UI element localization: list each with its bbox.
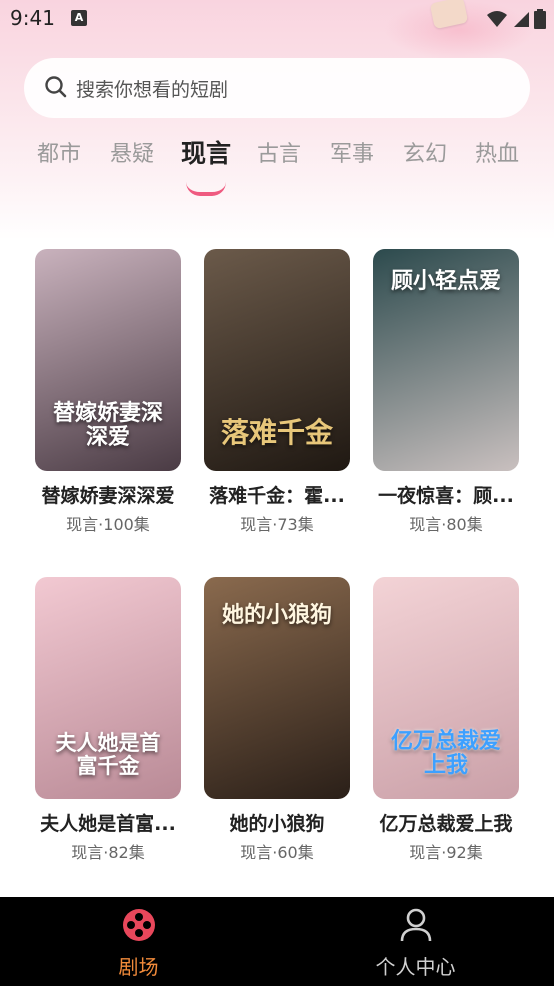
category-tabs: 都市 悬疑 现言 古言 军事 玄幻 热血 xyxy=(0,130,554,200)
drama-poster[interactable]: 夫人她是首富千金 xyxy=(35,577,181,799)
drama-title[interactable]: 夫人她是首富... xyxy=(29,809,187,836)
notification-icon: A xyxy=(71,10,87,26)
poster-title: 落难千金 xyxy=(220,416,333,450)
drama-card[interactable]: 夫人她是首富千金 夫人她是首富... 现言·82集 xyxy=(35,577,181,862)
drama-meta: 现言·82集 xyxy=(71,843,145,862)
nav-label: 剧场 xyxy=(118,955,159,979)
drama-title[interactable]: 她的小狼狗 xyxy=(198,809,356,836)
poster-title: 夫人她是首富千金 xyxy=(55,729,161,778)
film-reel-icon xyxy=(122,909,155,941)
drama-meta: 现言·60集 xyxy=(240,843,314,862)
tab-xuanhuan[interactable]: 玄幻 xyxy=(403,136,447,168)
drama-title[interactable]: 落难千金：霍... xyxy=(198,481,356,508)
drama-meta: 现言·73集 xyxy=(240,515,314,534)
tab-junshi[interactable]: 军事 xyxy=(330,136,374,168)
poster-title: 替嫁娇妻深深爱 xyxy=(52,399,163,450)
tab-xuanyi[interactable]: 悬疑 xyxy=(110,136,154,168)
status-time: 9:41 xyxy=(10,6,55,30)
user-icon xyxy=(400,908,431,942)
nav-profile[interactable]: 个人中心 xyxy=(277,897,554,986)
drama-card[interactable]: 她的小狼狗 她的小狼狗 现言·60集 xyxy=(204,577,350,862)
status-bar: 9:41 A xyxy=(0,0,554,38)
drama-poster[interactable]: 落难千金 xyxy=(204,249,350,471)
tab-dushi[interactable]: 都市 xyxy=(37,136,81,168)
bottom-nav: 剧场 个人中心 xyxy=(0,897,554,986)
drama-card[interactable]: 顾小轻点爱 一夜惊喜：顾... 现言·80集 xyxy=(373,249,519,534)
nav-label: 个人中心 xyxy=(375,955,456,979)
tab-xianyan[interactable]: 现言 xyxy=(181,134,231,170)
poster-title: 顾小轻点爱 xyxy=(390,268,501,294)
active-tab-indicator xyxy=(186,182,226,196)
search-bar[interactable]: 搜索你想看的短剧 xyxy=(24,58,530,118)
poster-title: 亿万总裁爱上我 xyxy=(390,727,501,778)
tab-rexue[interactable]: 热血 xyxy=(475,136,519,168)
drama-card[interactable]: 落难千金 落难千金：霍... 现言·73集 xyxy=(204,249,350,534)
status-icons xyxy=(486,8,546,30)
drama-title[interactable]: 亿万总裁爱上我 xyxy=(367,809,525,836)
drama-poster[interactable]: 亿万总裁爱上我 xyxy=(373,577,519,799)
drama-meta: 现言·92集 xyxy=(409,843,483,862)
drama-poster[interactable]: 替嫁娇妻深深爱 xyxy=(35,249,181,471)
drama-title[interactable]: 一夜惊喜：顾... xyxy=(367,481,525,508)
search-placeholder: 搜索你想看的短剧 xyxy=(76,78,229,101)
drama-card[interactable]: 亿万总裁爱上我 亿万总裁爱上我 现言·92集 xyxy=(373,577,519,862)
drama-meta: 现言·80集 xyxy=(409,515,483,534)
wifi-icon xyxy=(487,11,507,27)
search-icon xyxy=(45,76,67,98)
nav-theater[interactable]: 剧场 xyxy=(0,897,277,986)
signal-icon xyxy=(514,12,529,27)
dice-decoration-icon xyxy=(429,0,469,30)
battery-icon xyxy=(534,9,546,29)
tab-guyan[interactable]: 古言 xyxy=(257,136,301,168)
drama-poster[interactable]: 顾小轻点爱 xyxy=(373,249,519,471)
drama-meta: 现言·100集 xyxy=(66,515,150,534)
poster-title: 她的小狼狗 xyxy=(221,602,332,628)
drama-card[interactable]: 替嫁娇妻深深爱 替嫁娇妻深深爱 现言·100集 xyxy=(35,249,181,534)
drama-poster[interactable]: 她的小狼狗 xyxy=(204,577,350,799)
drama-title[interactable]: 替嫁娇妻深深爱 xyxy=(29,481,187,508)
